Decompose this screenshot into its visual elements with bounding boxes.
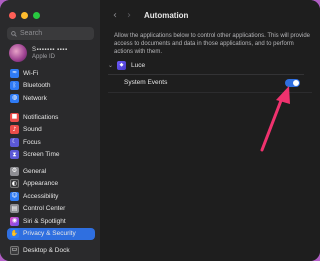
bluetooth-icon: ᛒ bbox=[10, 81, 19, 91]
sidebar-item-label: Network bbox=[23, 94, 47, 102]
app-name: Luce bbox=[131, 61, 146, 69]
forward-button[interactable]: › bbox=[122, 10, 136, 21]
sidebar-item-label: Siri & Spotlight bbox=[23, 217, 66, 225]
sidebar-item-sound[interactable]: ♪ Sound bbox=[7, 124, 95, 137]
sidebar-item-accessibility[interactable]: ☺ Accessibility bbox=[7, 190, 95, 203]
sidebar-item-privacy-security[interactable]: ✋ Privacy & Security bbox=[7, 227, 95, 240]
control-center-icon: ▤ bbox=[10, 204, 19, 214]
sidebar-item-label: Appearance bbox=[23, 180, 59, 188]
privacy-hand-icon: ✋ bbox=[10, 229, 19, 239]
desktop-dock-icon: ▭ bbox=[10, 245, 19, 255]
account-subtitle: Apple ID bbox=[32, 53, 56, 60]
sidebar-item-desktop-dock[interactable]: ▭ Desktop & Dock bbox=[7, 244, 95, 257]
search-icon bbox=[11, 30, 17, 37]
divider bbox=[108, 92, 312, 93]
sidebar-item-label: Screen Time bbox=[23, 151, 60, 159]
sidebar-item-notifications[interactable]: ■ Notifications bbox=[7, 111, 95, 124]
back-button[interactable]: ‹ bbox=[108, 10, 122, 21]
sidebar-item-label: Sound bbox=[23, 126, 42, 134]
sidebar-group-attention: ■ Notifications ♪ Sound ☾ Focus ⧗ Screen… bbox=[7, 111, 95, 161]
system-events-toggle[interactable] bbox=[285, 78, 300, 87]
close-window-button[interactable] bbox=[9, 12, 16, 19]
avatar bbox=[9, 44, 27, 62]
siri-icon: ◉ bbox=[10, 216, 19, 226]
focus-icon: ☾ bbox=[10, 137, 19, 147]
settings-window: Search S▪▪▪▪▪▪▪ ▪▪▪▪ Apple ID ≈ Wi-Fi ᛒ … bbox=[0, 0, 320, 261]
accessibility-icon: ☺ bbox=[10, 191, 19, 201]
sidebar-item-general[interactable]: ⚙ General bbox=[7, 165, 95, 178]
sidebar-group-connectivity: ≈ Wi-Fi ᛒ Bluetooth ◍ Network bbox=[7, 67, 95, 105]
main-pane: ‹ › Automation Allow the applications be… bbox=[100, 0, 320, 261]
zoom-window-button[interactable] bbox=[33, 12, 40, 19]
sidebar-item-network[interactable]: ◍ Network bbox=[7, 92, 95, 105]
apple-id-account[interactable]: S▪▪▪▪▪▪▪ ▪▪▪▪ Apple ID bbox=[9, 43, 97, 63]
network-icon: ◍ bbox=[10, 93, 19, 103]
sidebar-group-system: ⚙ General ◐ Appearance ☺ Accessibility ▤… bbox=[7, 165, 95, 240]
minimize-window-button[interactable] bbox=[21, 12, 28, 19]
sidebar: Search S▪▪▪▪▪▪▪ ▪▪▪▪ Apple ID ≈ Wi-Fi ᛒ … bbox=[0, 0, 100, 261]
sidebar-item-label: Bluetooth bbox=[23, 82, 51, 90]
sidebar-item-appearance[interactable]: ◐ Appearance bbox=[7, 178, 95, 191]
automation-description: Allow the applications below to control … bbox=[114, 33, 310, 55]
sidebar-item-wifi[interactable]: ≈ Wi-Fi bbox=[7, 67, 95, 80]
sidebar-item-bluetooth[interactable]: ᛒ Bluetooth bbox=[7, 80, 95, 93]
sidebar-item-label: Control Center bbox=[23, 205, 66, 213]
sidebar-item-label: General bbox=[23, 167, 47, 175]
screen-time-icon: ⧗ bbox=[10, 150, 19, 160]
notifications-icon: ■ bbox=[10, 112, 19, 122]
sidebar-item-focus[interactable]: ☾ Focus bbox=[7, 136, 95, 149]
sidebar-item-label: Privacy & Security bbox=[23, 230, 76, 238]
appearance-icon: ◐ bbox=[10, 179, 19, 189]
search-placeholder: Search bbox=[20, 30, 43, 37]
sidebar-item-label: Desktop & Dock bbox=[23, 246, 70, 254]
luce-app-icon: ◆ bbox=[117, 60, 127, 70]
permission-label: System Events bbox=[124, 79, 168, 86]
sidebar-item-label: Accessibility bbox=[23, 192, 59, 200]
sidebar-item-label: Notifications bbox=[23, 113, 59, 121]
sidebar-item-control-center[interactable]: ▤ Control Center bbox=[7, 203, 95, 216]
sidebar-item-screen-time[interactable]: ⧗ Screen Time bbox=[7, 149, 95, 162]
sidebar-item-label: Wi-Fi bbox=[23, 69, 39, 77]
search-input[interactable]: Search bbox=[7, 27, 94, 40]
permission-row: System Events bbox=[108, 74, 304, 90]
traffic-lights bbox=[9, 12, 40, 19]
chevron-down-icon[interactable]: ⌄ bbox=[108, 62, 113, 69]
app-disclosure-row[interactable]: ⌄ ◆ Luce bbox=[108, 58, 318, 72]
toolbar: ‹ › Automation bbox=[100, 0, 320, 30]
gear-icon: ⚙ bbox=[10, 166, 19, 176]
sidebar-group-desktop: ▭ Desktop & Dock bbox=[7, 244, 95, 257]
page-title: Automation bbox=[144, 10, 189, 20]
sound-icon: ♪ bbox=[10, 125, 19, 135]
sidebar-item-siri-spotlight[interactable]: ◉ Siri & Spotlight bbox=[7, 215, 95, 228]
wifi-icon: ≈ bbox=[10, 68, 19, 78]
account-name: S▪▪▪▪▪▪▪ ▪▪▪▪ bbox=[32, 46, 68, 53]
sidebar-item-label: Focus bbox=[23, 138, 41, 146]
